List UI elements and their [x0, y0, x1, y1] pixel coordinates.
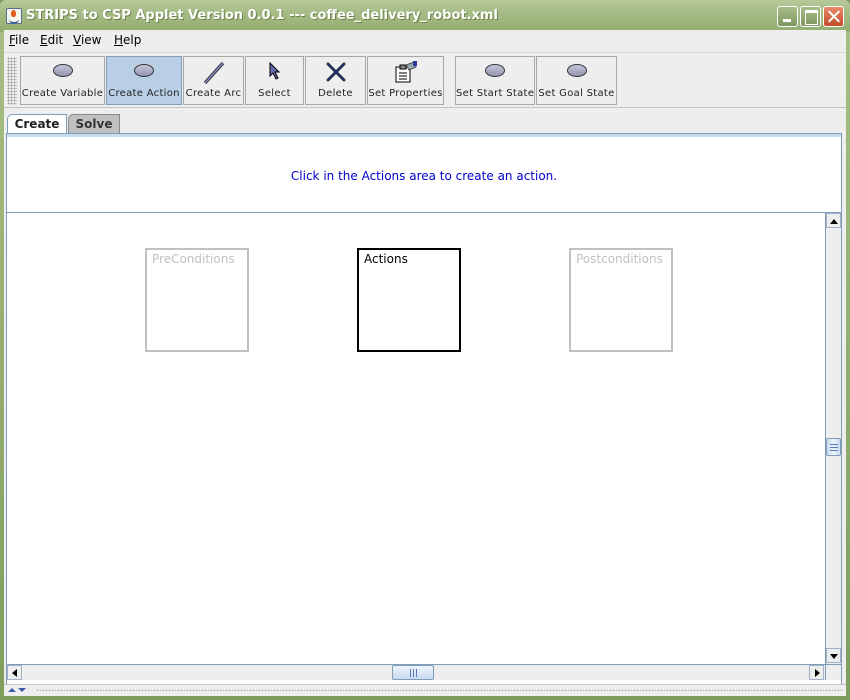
- menu-view-mnemonic: V: [73, 33, 81, 47]
- oval-node-icon: [566, 64, 587, 77]
- menu-edit-mnemonic: E: [40, 33, 48, 47]
- set-start-state-button[interactable]: Set Start State: [455, 56, 535, 105]
- menu-edit[interactable]: Edit: [40, 33, 63, 47]
- close-button[interactable]: [823, 6, 844, 27]
- scroll-down-button[interactable]: [826, 648, 841, 663]
- create-action-label: Create Action: [108, 88, 180, 99]
- menu-file-label: ile: [15, 33, 30, 47]
- expand-down-icon[interactable]: [18, 688, 26, 692]
- application-window: STRIPS to CSP Applet Version 0.0.1 --- c…: [0, 0, 850, 700]
- create-variable-label: Create Variable: [21, 88, 104, 99]
- grip-line: [413, 669, 414, 677]
- delete-button[interactable]: Delete: [305, 56, 366, 105]
- menu-view[interactable]: View: [73, 33, 101, 47]
- set-properties-button[interactable]: Set Properties: [367, 56, 444, 105]
- menu-file[interactable]: File: [9, 33, 29, 47]
- horizontal-scroll-thumb[interactable]: [392, 665, 434, 680]
- preconditions-label: PreConditions: [152, 252, 235, 266]
- x-delete-icon: [326, 62, 345, 82]
- scroll-pane: PreConditions Actions Postconditions: [7, 212, 841, 689]
- horizontal-scrollbar[interactable]: [7, 664, 825, 680]
- mode-tabs: Create Solve: [4, 110, 846, 135]
- grip-line: [830, 450, 838, 451]
- vertical-scroll-thumb[interactable]: [826, 438, 841, 456]
- expand-up-icon[interactable]: [8, 688, 16, 692]
- grip-line: [410, 669, 411, 677]
- create-arc-label: Create Arc: [185, 88, 242, 99]
- toolbar: Create Variable Create Action Create Arc…: [4, 52, 846, 108]
- tab-solve[interactable]: Solve: [68, 114, 120, 134]
- create-action-button[interactable]: Create Action: [106, 56, 182, 105]
- oval-node-icon: [134, 64, 154, 77]
- divider-grip[interactable]: [36, 689, 842, 691]
- create-panel: Click in the Actions area to create an a…: [6, 133, 842, 690]
- preconditions-area[interactable]: PreConditions: [145, 248, 249, 352]
- menu-view-label: iew: [80, 33, 102, 47]
- create-variable-button[interactable]: Create Variable: [20, 56, 105, 105]
- grip-line: [830, 447, 838, 448]
- arrow-right-icon: [815, 669, 820, 677]
- create-arc-button[interactable]: Create Arc: [183, 56, 244, 105]
- arrow-down-icon: [830, 654, 838, 659]
- tab-create[interactable]: Create: [7, 114, 67, 135]
- delete-label: Delete: [318, 88, 353, 99]
- toolbar-grip-handle[interactable]: [7, 57, 17, 105]
- tab-panel-highlight: [7, 134, 841, 137]
- vertical-scrollbar[interactable]: [825, 213, 841, 664]
- set-start-state-label: Set Start State: [456, 88, 535, 99]
- maximize-button[interactable]: [800, 6, 821, 27]
- menu-bar: File Edit View Help: [4, 30, 846, 52]
- menu-help-mnemonic: H: [114, 33, 124, 47]
- actions-area[interactable]: Actions: [357, 248, 461, 352]
- set-goal-state-label: Set Goal State: [538, 88, 615, 99]
- scroll-right-button[interactable]: [809, 665, 824, 680]
- toolbar-separator: [446, 56, 452, 105]
- scroll-up-button[interactable]: [826, 213, 841, 228]
- oval-node-icon: [485, 64, 505, 77]
- postconditions-label: Postconditions: [576, 252, 663, 266]
- properties-clipboard-icon: [395, 61, 417, 83]
- oval-node-icon: [52, 64, 73, 77]
- grip-line: [830, 444, 838, 445]
- arrow-up-icon: [830, 219, 838, 224]
- select-button[interactable]: Select: [245, 56, 304, 105]
- grip-line: [416, 669, 417, 677]
- set-properties-label: Set Properties: [368, 88, 443, 99]
- instruction-message: Click in the Actions area to create an a…: [290, 169, 558, 183]
- menu-edit-label: dit: [47, 33, 64, 47]
- actions-label: Actions: [364, 252, 408, 266]
- client-area: File Edit View Help Create Variable Crea…: [4, 30, 846, 696]
- line-arc-icon: [203, 61, 224, 85]
- graph-canvas[interactable]: PreConditions Actions Postconditions: [7, 213, 825, 664]
- menu-help[interactable]: Help: [114, 33, 141, 47]
- arrow-left-icon: [12, 669, 17, 677]
- java-app-icon[interactable]: [6, 8, 22, 24]
- select-label: Select: [258, 88, 291, 99]
- pointer-arrow-icon: [269, 62, 280, 80]
- postconditions-area[interactable]: Postconditions: [569, 248, 673, 352]
- scroll-corner: [825, 664, 841, 680]
- split-pane-divider[interactable]: [4, 684, 846, 696]
- window-title: STRIPS to CSP Applet Version 0.0.1 --- c…: [26, 8, 498, 23]
- set-goal-state-button[interactable]: Set Goal State: [536, 56, 617, 105]
- scroll-left-button[interactable]: [7, 665, 22, 680]
- title-bar[interactable]: STRIPS to CSP Applet Version 0.0.1 --- c…: [0, 0, 850, 32]
- minimize-button[interactable]: [777, 6, 798, 27]
- menu-help-label: elp: [123, 33, 142, 47]
